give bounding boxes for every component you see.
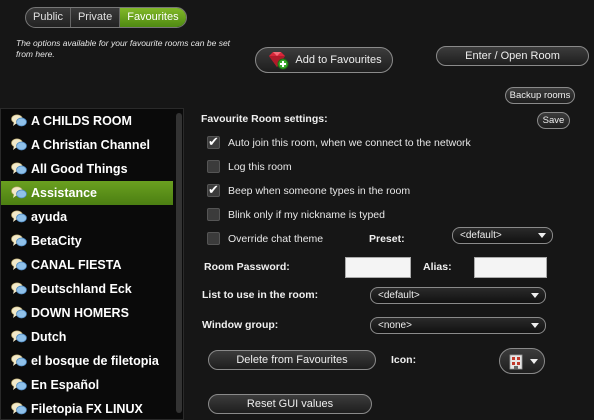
reset-gui-values-button[interactable]: Reset GUI values	[208, 394, 372, 414]
add-to-favourites-label: Add to Favourites	[295, 54, 382, 66]
room-name: A CHILDS ROOM	[31, 114, 132, 128]
chat-bubble-icon	[11, 378, 27, 391]
chevron-down-icon	[531, 293, 539, 298]
room-list-item[interactable]: All Good Things	[1, 157, 173, 181]
room-list-item[interactable]: Assistance	[1, 181, 173, 205]
room-name: CANAL FIESTA	[31, 258, 122, 272]
backup-rooms-button[interactable]: Backup rooms	[505, 87, 575, 104]
list-value: <default>	[378, 290, 420, 301]
list-scrollbar[interactable]	[176, 113, 182, 413]
room-name: A Christian Channel	[31, 138, 150, 152]
icon-label: Icon:	[391, 354, 417, 366]
chevron-down-icon	[531, 323, 539, 328]
room-name: All Good Things	[31, 162, 128, 176]
chat-bubble-icon	[11, 282, 27, 295]
chevron-down-icon	[530, 358, 538, 364]
tab-private[interactable]: Private	[71, 8, 121, 27]
chat-bubble-icon	[11, 402, 27, 415]
override-theme-label: Override chat theme	[228, 232, 324, 245]
room-list-item[interactable]: Dutch	[1, 325, 173, 349]
preset-dropdown[interactable]: <default>	[452, 227, 553, 244]
chevron-down-icon	[538, 233, 546, 238]
add-to-favourites-button[interactable]: Add to Favourites	[255, 47, 393, 73]
log-room-label: Log this room	[228, 160, 292, 173]
beep-label: Beep when someone types in the room	[228, 184, 411, 197]
auto-join-checkbox[interactable]	[207, 134, 220, 150]
window-group-label: Window group:	[202, 319, 279, 331]
chat-bubble-icon	[11, 306, 27, 319]
room-name: DOWN HOMERS	[31, 306, 129, 320]
room-list-item[interactable]: BetaCity	[1, 229, 173, 253]
log-room-checkbox[interactable]	[207, 160, 220, 173]
room-list-item[interactable]: ayuda	[1, 205, 173, 229]
room-password-label: Room Password:	[204, 261, 290, 273]
blink-label: Blink only if my nickname is typed	[228, 208, 385, 221]
window-group-dropdown[interactable]: <none>	[370, 317, 546, 334]
option-blink[interactable]: Blink only if my nickname is typed	[207, 208, 385, 221]
chat-bubble-icon	[11, 162, 27, 175]
list-dropdown[interactable]: <default>	[370, 287, 546, 304]
option-auto-join[interactable]: Auto join this room, when we connect to …	[207, 134, 471, 150]
favourite-rooms-list[interactable]: A CHILDS ROOM A Christian Channel All Good…	[0, 108, 184, 420]
room-name: BetaCity	[31, 234, 82, 248]
room-password-input[interactable]	[345, 257, 411, 278]
room-list-item[interactable]: DOWN HOMERS	[1, 301, 173, 325]
enter-open-room-button[interactable]: Enter / Open Room	[436, 46, 589, 66]
room-list-item[interactable]: En Español	[1, 373, 173, 397]
room-name: ayuda	[31, 210, 68, 224]
room-name: Filetopia FX LINUX	[31, 402, 143, 416]
override-theme-checkbox[interactable]	[207, 232, 220, 245]
room-name: Deutschland Eck	[31, 282, 132, 296]
delete-from-favourites-button[interactable]: Delete from Favourites	[208, 350, 376, 370]
room-name: En Español	[31, 378, 100, 392]
chat-bubble-icon	[11, 354, 27, 367]
blink-checkbox[interactable]	[207, 208, 220, 221]
room-list-item[interactable]: CANAL FIESTA	[1, 253, 173, 277]
beep-checkbox[interactable]	[207, 182, 220, 198]
chat-bubble-icon	[11, 186, 27, 199]
building-icon	[509, 354, 523, 370]
room-name: Assistance	[31, 186, 98, 200]
alias-label: Alias:	[423, 261, 452, 273]
room-list-item[interactable]: A Christian Channel	[1, 133, 173, 157]
favourites-info-text: The options available for your favourite…	[16, 38, 231, 59]
chat-bubble-icon	[11, 330, 27, 343]
tab-public[interactable]: Public	[26, 8, 71, 27]
room-list-item[interactable]: el bosque de filetopia	[1, 349, 173, 373]
ruby-add-icon	[269, 52, 289, 70]
room-list-item[interactable]: Filetopia FX LINUX	[1, 397, 173, 419]
icon-picker-button[interactable]	[499, 348, 545, 374]
chat-bubble-icon	[11, 114, 27, 127]
room-type-tabs: Public Private Favourites	[25, 7, 187, 28]
tab-favourites[interactable]: Favourites	[120, 8, 186, 27]
room-name: Dutch	[31, 330, 67, 344]
alias-input[interactable]	[474, 257, 547, 278]
list-label: List to use in the room:	[202, 289, 319, 301]
option-override-theme[interactable]: Override chat theme	[207, 232, 323, 245]
chat-bubble-icon	[11, 258, 27, 271]
preset-label: Preset:	[369, 233, 405, 245]
room-list-item[interactable]: A CHILDS ROOM	[1, 109, 173, 133]
chat-bubble-icon	[11, 210, 27, 223]
preset-value: <default>	[460, 230, 502, 241]
option-beep[interactable]: Beep when someone types in the room	[207, 182, 411, 198]
settings-heading: Favourite Room settings:	[201, 113, 328, 125]
chat-bubble-icon	[11, 138, 27, 151]
option-log-room[interactable]: Log this room	[207, 160, 292, 173]
room-name: el bosque de filetopia	[31, 354, 159, 368]
chat-bubble-icon	[11, 234, 27, 247]
room-list-item[interactable]: Deutschland Eck	[1, 277, 173, 301]
auto-join-label: Auto join this room, when we connect to …	[228, 136, 471, 149]
window-group-value: <none>	[378, 320, 412, 331]
save-button[interactable]: Save	[537, 112, 570, 129]
